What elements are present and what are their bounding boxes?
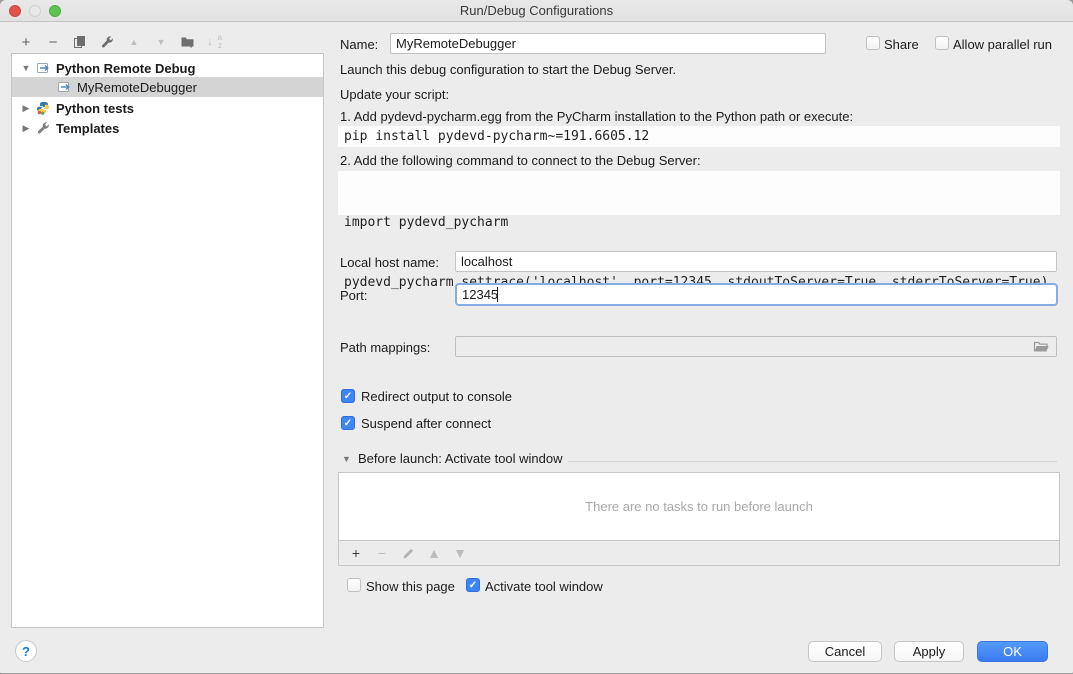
before-launch-header: Before launch: Activate tool window	[358, 451, 563, 466]
move-task-down-icon: ▼	[452, 545, 468, 561]
python-tests-icon	[36, 101, 51, 116]
settrace-code: import pydevd_pycharm pydevd_pycharm.set…	[338, 171, 1060, 215]
configurations-tree: ▼ Python Remote Debug MyRemoteDebugger ▶	[11, 53, 324, 628]
description-line-1: Launch this debug configuration to start…	[340, 62, 676, 77]
show-this-page-checkbox[interactable]	[347, 578, 361, 592]
tree-item-label: Python tests	[56, 101, 134, 116]
tree-item-templates[interactable]: ▶ Templates	[12, 118, 323, 138]
tree-item-label: Python Remote Debug	[56, 61, 195, 76]
task-list-toolbar: + − ▲ ▼	[338, 541, 1060, 566]
configurations-toolbar: + − ▲ ▼ ↓ a z	[18, 31, 223, 53]
suspend-after-connect-checkbox[interactable]: ✓	[341, 416, 355, 430]
ok-button[interactable]: OK	[977, 641, 1048, 662]
empty-task-list-text: There are no tasks to run before launch	[585, 499, 813, 514]
help-question-icon: ?	[22, 644, 30, 659]
text-caret	[497, 287, 498, 302]
new-folder-icon[interactable]	[180, 34, 196, 50]
move-task-up-icon: ▲	[426, 545, 442, 561]
name-label: Name:	[340, 37, 378, 52]
name-input[interactable]	[390, 33, 826, 54]
step-1-text: 1. Add pydevd-pycharm.egg from the PyCha…	[340, 109, 853, 124]
tree-item-python-remote-debug[interactable]: ▼ Python Remote Debug	[12, 58, 323, 78]
window-title: Run/Debug Configurations	[0, 3, 1073, 18]
chevron-expanded-icon[interactable]: ▼	[20, 63, 32, 73]
redirect-output-label: Redirect output to console	[361, 389, 512, 404]
share-label: Share	[884, 37, 919, 52]
tree-item-label: MyRemoteDebugger	[77, 80, 197, 95]
chevron-collapsed-icon[interactable]: ▶	[20, 123, 32, 134]
remote-debug-config-icon	[57, 80, 72, 95]
settrace-code-line-1: import pydevd_pycharm	[344, 213, 1054, 233]
local-host-name-label: Local host name:	[340, 255, 439, 270]
before-launch-collapse-icon[interactable]: ▼	[342, 454, 351, 464]
show-this-page-label: Show this page	[366, 579, 455, 594]
move-up-icon: ▲	[126, 34, 142, 50]
add-configuration-icon[interactable]: +	[18, 34, 34, 50]
tree-item-python-tests[interactable]: ▶ Python tests	[12, 98, 323, 118]
remote-debug-config-icon	[36, 61, 51, 76]
copy-configuration-icon[interactable]	[72, 34, 88, 50]
path-mappings-label: Path mappings:	[340, 340, 430, 355]
local-host-name-input[interactable]	[455, 251, 1057, 272]
run-debug-configurations-dialog: Run/Debug Configurations + − ▲ ▼ ↓ a z ▼…	[0, 0, 1073, 674]
edit-task-pencil-icon	[400, 545, 416, 561]
edit-defaults-wrench-icon[interactable]	[99, 34, 115, 50]
help-button[interactable]: ?	[15, 640, 37, 662]
remove-task-icon: −	[374, 545, 390, 561]
path-mappings-input	[455, 336, 1057, 357]
title-bar: Run/Debug Configurations	[0, 0, 1073, 22]
redirect-output-checkbox[interactable]: ✓	[341, 389, 355, 403]
port-input[interactable]	[455, 283, 1058, 306]
description-line-2: Update your script:	[340, 87, 449, 102]
share-checkbox[interactable]	[866, 36, 880, 50]
allow-parallel-run-label: Allow parallel run	[953, 37, 1052, 52]
cancel-button[interactable]: Cancel	[808, 641, 882, 662]
before-launch-divider	[568, 461, 1057, 462]
before-launch-task-list: There are no tasks to run before launch	[338, 472, 1060, 541]
allow-parallel-run-checkbox[interactable]	[935, 36, 949, 50]
apply-button[interactable]: Apply	[894, 641, 964, 662]
port-label: Port:	[340, 288, 367, 303]
sort-alphabetically-icon: ↓ a z	[207, 34, 223, 50]
tree-item-myremotedebugger[interactable]: MyRemoteDebugger	[12, 77, 323, 97]
step-2-text: 2. Add the following command to connect …	[340, 153, 701, 168]
remove-configuration-icon[interactable]: −	[45, 34, 61, 50]
suspend-after-connect-label: Suspend after connect	[361, 416, 491, 431]
activate-tool-window-label: Activate tool window	[485, 579, 603, 594]
templates-wrench-icon	[36, 121, 51, 136]
tree-item-label: Templates	[56, 121, 119, 136]
chevron-collapsed-icon[interactable]: ▶	[20, 103, 32, 114]
browse-folder-icon[interactable]	[1033, 339, 1050, 359]
activate-tool-window-checkbox[interactable]: ✓	[466, 578, 480, 592]
pip-install-code: pip install pydevd-pycharm~=191.6605.12	[338, 126, 1060, 147]
move-down-icon: ▼	[153, 34, 169, 50]
add-task-icon[interactable]: +	[348, 545, 364, 561]
